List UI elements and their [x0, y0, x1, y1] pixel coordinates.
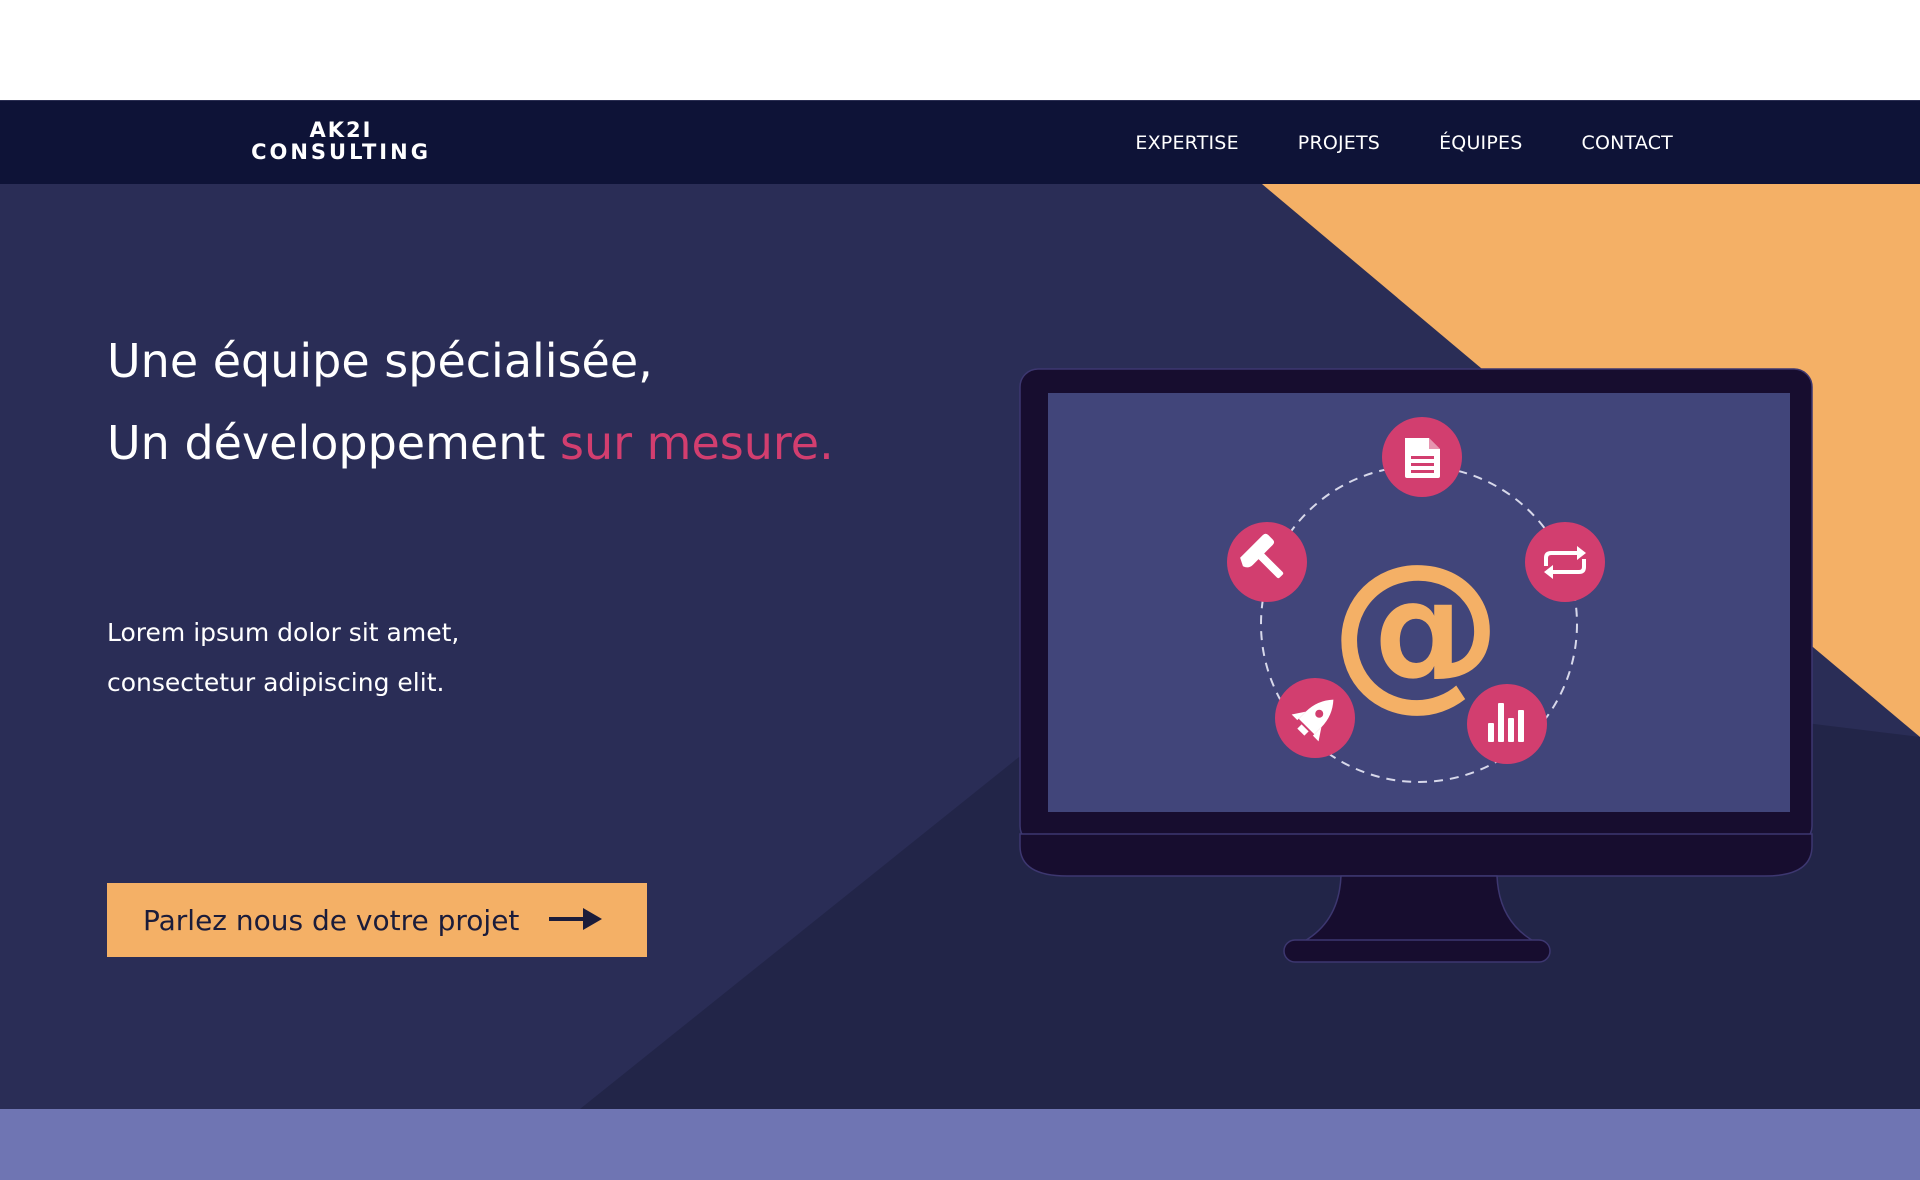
rocket-icon: [1275, 678, 1355, 758]
arrow-right-icon: [549, 907, 603, 934]
logo-line-2: CONSULTING: [251, 140, 431, 164]
cta-label: Parlez nous de votre projet: [143, 903, 520, 937]
nav-link-projets[interactable]: PROJETS: [1298, 132, 1380, 154]
navbar: AK2I CONSULTING EXPERTISE PROJETS ÉQUIPE…: [0, 100, 1920, 184]
monitor-chin: [1019, 833, 1813, 877]
at-sign-icon: @: [1330, 526, 1502, 727]
nav-link-expertise[interactable]: EXPERTISE: [1135, 132, 1238, 154]
document-icon: [1382, 417, 1462, 497]
lead-line-2: consectetur adipiscing elit.: [107, 668, 445, 697]
repeat-icon: [1525, 522, 1605, 602]
hammer-icon: [1227, 522, 1307, 602]
hero-lead-text: Lorem ipsum dolor sit amet, consectetur …: [107, 608, 459, 708]
headline-accent: sur mesure.: [560, 416, 834, 470]
footer-band: [0, 1109, 1920, 1180]
main-nav: EXPERTISE PROJETS ÉQUIPES CONTACT: [1135, 101, 1673, 185]
top-blank-area: [0, 0, 1920, 100]
hero-headline: Une équipe spécialisée, Un développement…: [107, 320, 834, 484]
monitor-stand: [1300, 875, 1538, 944]
hero-section: Une équipe spécialisée, Un développement…: [0, 184, 1920, 1109]
logo-line-1: AK2I: [309, 118, 373, 142]
monitor-base: [1283, 939, 1551, 963]
monitor-illustration: @: [1019, 368, 1813, 963]
bar-chart-icon: [1467, 684, 1547, 764]
brand-logo[interactable]: AK2I CONSULTING: [248, 119, 434, 163]
nav-link-equipes[interactable]: ÉQUIPES: [1439, 132, 1522, 154]
lead-line-1: Lorem ipsum dolor sit amet,: [107, 618, 460, 647]
contact-project-button[interactable]: Parlez nous de votre projet: [107, 883, 647, 957]
nav-link-contact[interactable]: CONTACT: [1581, 132, 1673, 154]
headline-line-2: Un développement: [107, 416, 561, 470]
headline-line-1: Une équipe spécialisée,: [107, 334, 653, 388]
